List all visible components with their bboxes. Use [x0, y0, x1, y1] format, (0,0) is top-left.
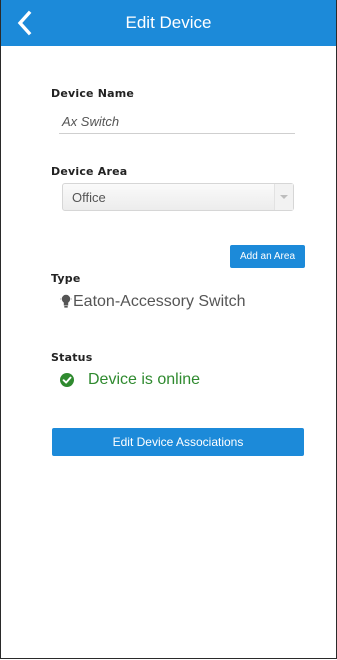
device-name-underline — [59, 133, 295, 134]
device-type-value: Eaton-Accessory Switch — [73, 293, 246, 310]
add-area-button[interactable]: Add an Area — [230, 245, 305, 268]
lightbulb-icon — [60, 294, 72, 308]
edit-device-screen: Edit Device Device Name Ax Switch Device… — [0, 0, 337, 659]
check-circle-icon — [60, 373, 74, 387]
edit-device-associations-button[interactable]: Edit Device Associations — [52, 428, 304, 456]
status-label: Status — [51, 351, 93, 364]
device-area-label: Device Area — [51, 165, 128, 178]
device-area-select[interactable]: Office — [62, 183, 294, 211]
app-header: Edit Device — [1, 0, 336, 46]
device-name-input[interactable]: Ax Switch — [62, 114, 119, 129]
type-label: Type — [51, 272, 81, 285]
page-title: Edit Device — [125, 13, 212, 32]
device-status-value: Device is online — [88, 371, 201, 388]
device-area-selected-value: Office — [72, 190, 106, 205]
dropdown-arrow-icon — [274, 184, 293, 210]
device-name-label: Device Name — [51, 87, 135, 100]
